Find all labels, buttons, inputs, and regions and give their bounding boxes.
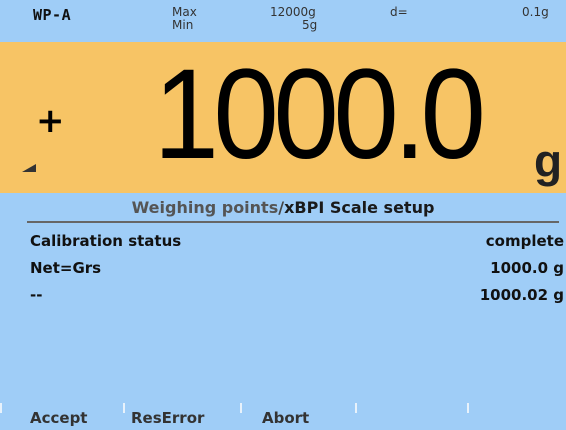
softkey-divider	[355, 403, 357, 413]
softkey-divider	[240, 403, 242, 413]
title-divider	[27, 221, 559, 223]
menu-title-sub: xBPI Scale setup	[284, 198, 435, 217]
softkey-divider	[123, 403, 125, 413]
reserror-softkey[interactable]: ResError	[131, 409, 204, 427]
abort-softkey[interactable]: Abort	[262, 409, 309, 427]
weight-display: + 1000.0 g	[0, 42, 566, 193]
accept-softkey[interactable]: Accept	[30, 409, 87, 427]
info-bar: WP-A Max Min 12000g 5g d= 0.1g	[0, 0, 566, 42]
stability-indicator-icon	[22, 164, 36, 172]
min-label: Min	[172, 18, 194, 32]
extra-row-value: 1000.02 g	[479, 286, 564, 304]
device-name: WP-A	[33, 6, 72, 24]
readability-value: 0.1g	[522, 5, 549, 19]
calibration-status-label: Calibration status	[30, 232, 182, 250]
softkey-divider	[0, 403, 2, 413]
plus-sign-icon: +	[36, 101, 65, 141]
weight-unit: g	[534, 135, 563, 187]
scale-screen: WP-A Max Min 12000g 5g d= 0.1g + 1000.0 …	[0, 0, 566, 430]
net-gross-value: 1000.0 g	[490, 259, 564, 277]
extra-row-label: --	[30, 286, 43, 304]
calibration-status-value: complete	[485, 232, 564, 250]
menu-title: Weighing points/xBPI Scale setup	[0, 198, 566, 217]
readability-label: d=	[390, 5, 408, 19]
softkey-bar: Accept ResError Abort	[0, 403, 566, 430]
weight-value: 1000.0	[152, 43, 486, 186]
menu-title-main: Weighing points	[131, 198, 279, 217]
min-capacity-value: 5g	[302, 18, 318, 32]
softkey-divider	[467, 403, 469, 413]
net-gross-label: Net=Grs	[30, 259, 102, 277]
